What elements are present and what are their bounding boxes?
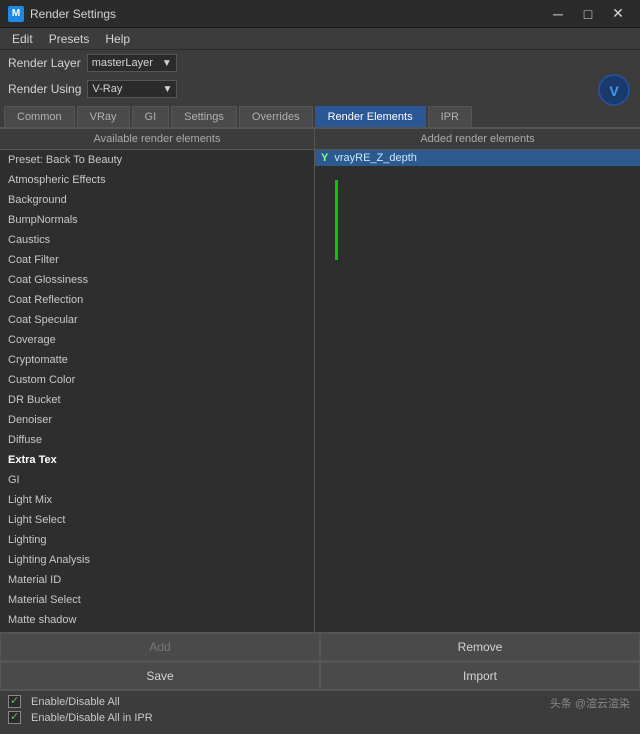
menu-help[interactable]: Help [97, 30, 138, 48]
available-elements-list[interactable]: Preset: Back To BeautyAtmospheric Effect… [0, 150, 314, 632]
list-item[interactable]: Lighting [0, 530, 314, 550]
footer-row-2: Enable/Disable All in IPR [8, 711, 632, 724]
render-using-label: Render Using [8, 82, 81, 96]
menu-presets[interactable]: Presets [41, 30, 98, 48]
element-name: vrayRE_Z_depth [334, 152, 417, 164]
list-item[interactable]: Light Mix [0, 490, 314, 510]
render-layer-row: Render Layer masterLayer ▼ [0, 50, 640, 76]
footer: Enable/Disable All Enable/Disable All in… [0, 690, 640, 734]
render-layer-label: Render Layer [8, 56, 81, 70]
right-panel: Added render elements Y vrayRE_Z_depth [315, 129, 640, 632]
render-using-row: Render Using V-Ray ▼ V [0, 76, 640, 102]
main-content: Available render elements Preset: Back T… [0, 129, 640, 632]
list-item[interactable]: Atmospheric Effects [0, 170, 314, 190]
tab-render-elements[interactable]: Render Elements [315, 106, 426, 127]
footer-row-1: Enable/Disable All [8, 695, 632, 708]
tab-vray[interactable]: VRay [77, 106, 130, 127]
list-item[interactable]: Coat Filter [0, 250, 314, 270]
app-icon: M [8, 6, 24, 22]
enable-all-ipr-checkbox[interactable] [8, 711, 21, 724]
render-layer-dropdown[interactable]: masterLayer ▼ [87, 54, 177, 72]
green-bar-indicator [335, 180, 338, 260]
available-elements-header: Available render elements [0, 129, 314, 150]
list-item[interactable]: Coat Glossiness [0, 270, 314, 290]
added-element-item[interactable]: Y vrayRE_Z_depth [315, 150, 640, 166]
svg-text:V: V [609, 83, 619, 99]
added-elements-list[interactable]: Y vrayRE_Z_depth [315, 150, 640, 632]
enable-all-ipr-label: Enable/Disable All in IPR [31, 712, 153, 724]
chevron-down-icon: ▼ [162, 58, 172, 69]
list-item[interactable]: Extra Tex [0, 450, 314, 470]
list-item[interactable]: GI [0, 470, 314, 490]
bottom-buttons-row2: Save Import [0, 661, 640, 690]
left-panel: Available render elements Preset: Back T… [0, 129, 315, 632]
watermark: 头条 @渲云渲染 [550, 695, 630, 711]
list-item[interactable]: Denoiser [0, 410, 314, 430]
element-checkbox-y[interactable]: Y [321, 152, 328, 164]
list-item[interactable]: Diffuse [0, 430, 314, 450]
list-item[interactable]: Material Select [0, 590, 314, 610]
list-item[interactable]: DR Bucket [0, 390, 314, 410]
window-title: Render Settings [30, 7, 544, 21]
list-item[interactable]: Cryptomatte [0, 350, 314, 370]
list-item[interactable]: Caustics [0, 230, 314, 250]
vray-logo-icon: V [598, 74, 630, 106]
save-button[interactable]: Save [0, 662, 320, 690]
menu-edit[interactable]: Edit [4, 30, 41, 48]
remove-button[interactable]: Remove [320, 633, 640, 661]
list-item[interactable]: Lighting Analysis [0, 550, 314, 570]
tab-common[interactable]: Common [4, 106, 75, 127]
menu-bar: Edit Presets Help [0, 28, 640, 50]
list-item[interactable]: Coat Reflection [0, 290, 314, 310]
import-button[interactable]: Import [320, 662, 640, 690]
list-item[interactable]: BumpNormals [0, 210, 314, 230]
tab-settings[interactable]: Settings [171, 106, 237, 127]
enable-all-label: Enable/Disable All [31, 696, 120, 708]
tab-overrides[interactable]: Overrides [239, 106, 313, 127]
list-item[interactable]: Light Select [0, 510, 314, 530]
list-item[interactable]: Coverage [0, 330, 314, 350]
chevron-down-icon: ▼ [162, 84, 172, 95]
tab-ipr[interactable]: IPR [428, 106, 472, 127]
list-item[interactable]: Custom Color [0, 370, 314, 390]
tab-gi[interactable]: GI [132, 106, 170, 127]
list-item[interactable]: Background [0, 190, 314, 210]
list-item[interactable]: Multi Matte [0, 630, 314, 632]
maximize-button[interactable]: □ [574, 4, 602, 24]
close-button[interactable]: ✕ [604, 4, 632, 24]
add-button[interactable]: Add [0, 633, 320, 661]
list-item[interactable]: Coat Specular [0, 310, 314, 330]
enable-all-checkbox[interactable] [8, 695, 21, 708]
render-using-dropdown[interactable]: V-Ray ▼ [87, 80, 177, 98]
list-item[interactable]: Material ID [0, 570, 314, 590]
list-item[interactable]: Preset: Back To Beauty [0, 150, 314, 170]
added-elements-header: Added render elements [315, 129, 640, 150]
minimize-button[interactable]: ─ [544, 4, 572, 24]
list-item[interactable]: Matte shadow [0, 610, 314, 630]
bottom-buttons-row1: Add Remove [0, 632, 640, 661]
tabs-row: Common VRay GI Settings Overrides Render… [0, 102, 640, 129]
window-controls: ─ □ ✕ [544, 4, 632, 24]
title-bar: M Render Settings ─ □ ✕ [0, 0, 640, 28]
